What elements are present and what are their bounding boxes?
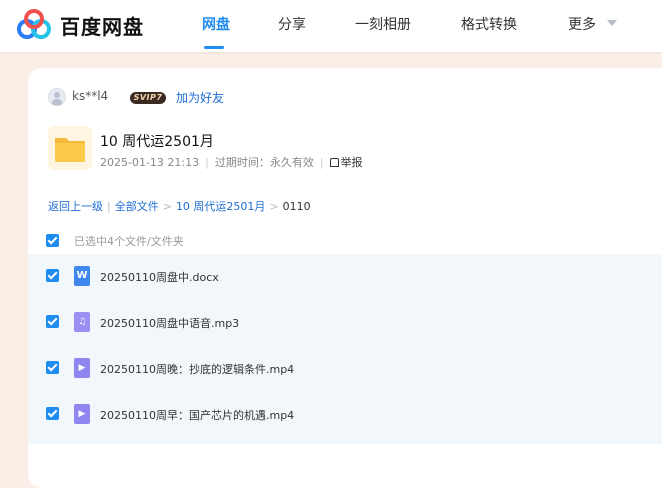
share-title: 10 周代运2501月: [100, 134, 214, 150]
breadcrumb-divider: |: [107, 200, 111, 213]
row-checkbox[interactable]: [46, 315, 59, 328]
avatar-head: [54, 92, 60, 98]
breadcrumb-folder[interactable]: 10 周代运2501月: [176, 200, 266, 213]
breadcrumb: 返回上一级 | 全部文件 >10 周代运2501月 >0110: [48, 198, 311, 214]
file-name[interactable]: 20250110周盘中语音.mp3: [100, 315, 239, 331]
word-doc-icon: W: [74, 266, 90, 286]
nav-moment-album[interactable]: 一刻相册: [355, 14, 411, 34]
meta-divider: |: [319, 156, 324, 169]
owner-username[interactable]: ks**l4: [72, 89, 108, 103]
chevron-down-icon[interactable]: [607, 20, 617, 26]
breadcrumb-current: 0110: [282, 200, 311, 213]
select-all-checkbox[interactable]: [46, 234, 59, 247]
file-name[interactable]: 20250110周盘中.docx: [100, 269, 219, 285]
selection-count: 已选中4个文件/文件夹: [74, 235, 184, 248]
report-icon: [329, 158, 339, 167]
nav-share[interactable]: 分享: [278, 14, 306, 34]
nav-netdisk[interactable]: 网盘: [202, 14, 230, 34]
meta-divider: |: [205, 156, 209, 169]
file-row[interactable]: W 20250110周盘中.docx: [28, 254, 662, 300]
file-name[interactable]: 20250110周晚：抄底的逻辑条件.mp4: [100, 361, 294, 377]
breadcrumb-back[interactable]: 返回上一级: [48, 200, 103, 213]
avatar-body: [52, 99, 62, 105]
audio-file-icon: ♫: [74, 312, 90, 332]
breadcrumb-all-files[interactable]: 全部文件: [115, 200, 159, 213]
file-row[interactable]: ♫ 20250110周盘中语音.mp3: [28, 300, 662, 346]
row-checkbox[interactable]: [46, 269, 59, 282]
top-nav: 百度网盘 网盘 分享 一刻相册 格式转换 更多: [0, 0, 662, 52]
breadcrumb-separator: >: [269, 200, 279, 213]
share-card: ks**l4 SVIP7 加为好友 10 周代运2501月 2025-01-13…: [28, 68, 662, 488]
file-list: W 20250110周盘中.docx ♫ 20250110周盘中语音.mp3 ▶…: [28, 254, 662, 444]
brand-name[interactable]: 百度网盘: [60, 11, 144, 40]
video-file-icon: ▶: [74, 404, 90, 424]
svip-badge: SVIP7: [130, 92, 166, 104]
file-row[interactable]: ▶ 20250110周晚：抄底的逻辑条件.mp4: [28, 346, 662, 392]
report-label: 举报: [340, 156, 363, 169]
nav-more[interactable]: 更多: [568, 14, 596, 34]
add-friend-link[interactable]: 加为好友: [176, 89, 224, 106]
expire-time: 过期时间：永久有效: [214, 156, 314, 169]
nav-active-indicator: [204, 46, 224, 49]
nav-format-convert[interactable]: 格式转换: [461, 14, 517, 34]
share-meta: 2025-01-13 21:13 | 过期时间：永久有效 | 举报: [100, 154, 363, 170]
breadcrumb-separator: >: [162, 200, 172, 213]
report-button[interactable]: 举报: [329, 156, 363, 169]
file-name[interactable]: 20250110周早：国产芯片的机遇.mp4: [100, 407, 294, 423]
folder-icon: [48, 126, 92, 170]
share-date: 2025-01-13 21:13: [100, 156, 200, 169]
row-checkbox[interactable]: [46, 361, 59, 374]
video-file-icon: ▶: [74, 358, 90, 378]
avatar[interactable]: [48, 88, 66, 106]
row-checkbox[interactable]: [46, 407, 59, 420]
file-row[interactable]: ▶ 20250110周早：国产芯片的机遇.mp4: [28, 392, 662, 438]
baidu-netdisk-logo[interactable]: [16, 8, 52, 44]
